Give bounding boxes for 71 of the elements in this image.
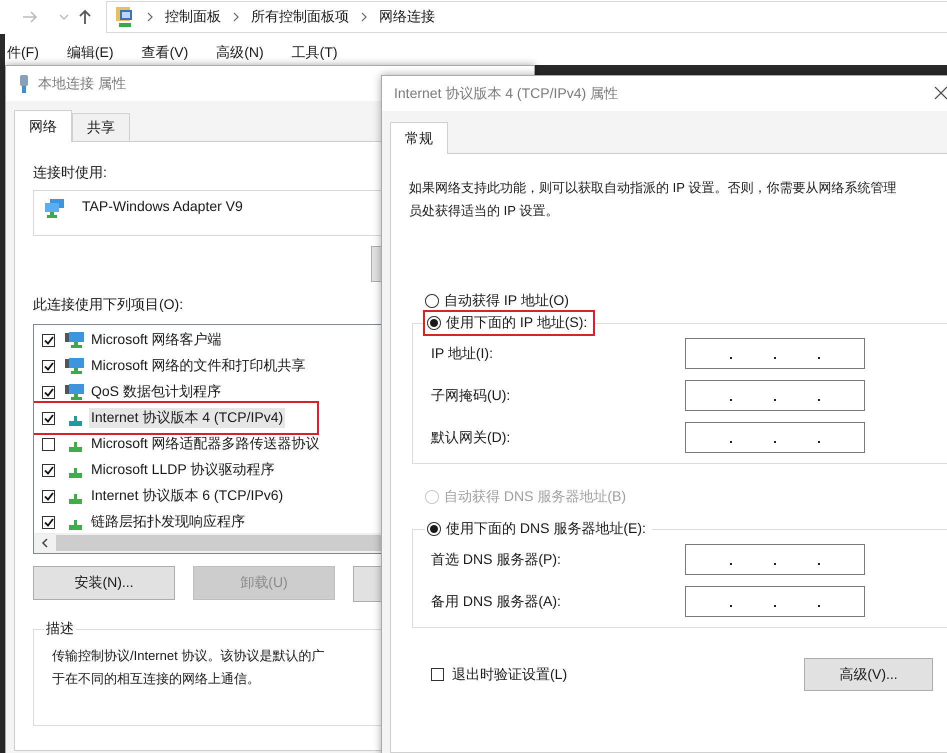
checkbox[interactable] [42,334,55,346]
menu-item[interactable]: 高级(N) [216,44,264,62]
list-item[interactable]: Microsoft LLDP 协议驱动程序 [89,460,276,480]
ip-address-field[interactable] [685,338,865,369]
list-item[interactable]: Internet 协议版本 4 (TCP/IPv4) [89,408,286,428]
ip-address-field[interactable] [685,544,865,575]
checkbox[interactable] [42,438,55,450]
description-text: 传输控制协议/Internet 协议。该协议是默认的广 [52,647,324,665]
tab[interactable]: 常规 [390,122,448,154]
checkbox[interactable] [42,516,55,528]
menu-item[interactable]: 查看(V) [142,44,188,62]
chevron-right-icon [147,12,153,22]
group-title: 描述 [45,620,75,638]
description-text: 于在不同的相互连接的网络上通信。 [52,670,260,688]
checkbox[interactable] [42,386,55,398]
list-item[interactable]: 链路层拓扑发现响应程序 [89,512,247,532]
network-protocol-icon [69,520,82,530]
close-icon[interactable] [934,86,947,100]
menu-item[interactable]: 件(F) [7,44,39,62]
checkbox[interactable] [42,360,55,372]
radio-label: 自动获得 DNS 服务器地址(B) [444,488,626,506]
field-label: IP 地址(I): [431,344,493,362]
field-label: 首选 DNS 服务器(P): [431,550,561,568]
advanced-button[interactable]: 高级(V)... [804,658,933,691]
scroll-left-icon[interactable] [40,537,50,550]
section-label: 连接时使用: [33,164,107,182]
monitor-icon [65,331,85,349]
radio-button[interactable] [427,316,441,330]
checkbox[interactable] [42,490,55,502]
chevron-right-icon [233,12,239,22]
list-item[interactable]: Microsoft 网络适配器多路传送器协议 [89,434,322,454]
list-item[interactable]: QoS 数据包计划程序 [89,382,223,402]
section-label: 此连接使用下列项目(O): [33,296,184,314]
checkbox-label: 退出时验证设置(L) [452,666,568,684]
checkbox[interactable] [431,668,444,681]
list-item[interactable]: Microsoft 网络客户端 [89,330,224,350]
field-label: 默认网关(D): [431,428,510,446]
ip-address-field[interactable] [685,422,865,453]
window-title: 本地连接 属性 [38,74,126,92]
monitor-icon [65,383,85,401]
breadcrumb-item[interactable]: 网络连接 [379,8,435,26]
ip-address-field[interactable] [685,586,865,617]
list-item[interactable]: Microsoft 网络的文件和打印机共享 [89,356,308,376]
radio-label: 使用下面的 DNS 服务器地址(E): [446,520,646,538]
tab[interactable]: 共享 [72,113,130,141]
breadcrumb-item[interactable]: 控制面板 [165,8,221,26]
network-protocol-icon [69,468,82,478]
field-label: 子网掩码(U): [431,386,510,404]
field-label: 备用 DNS 服务器(A): [431,592,561,610]
list-item[interactable]: Internet 协议版本 6 (TCP/IPv6) [89,486,286,506]
network-adapter-icon [18,74,30,94]
computer-icon [115,6,135,28]
ip-address-field[interactable] [685,380,865,411]
network-protocol-icon [69,494,82,504]
window-title: Internet 协议版本 4 (TCP/IPv4) 属性 [394,84,618,102]
up-arrow-icon[interactable] [78,9,92,25]
radio-label: 自动获得 IP 地址(O) [444,292,569,310]
radio-button[interactable] [427,522,441,536]
tab[interactable]: 网络 [14,110,72,142]
menu-item[interactable]: 工具(T) [292,44,338,62]
checkbox[interactable] [42,412,55,424]
checkbox[interactable] [42,464,55,476]
radio-button[interactable] [425,294,439,308]
chevron-right-icon [361,12,367,22]
radio-label: 使用下面的 IP 地址(S): [446,314,588,332]
menu-item[interactable]: 编辑(E) [66,44,114,62]
network-protocol-icon [69,442,82,452]
monitor-icon [65,357,85,375]
breadcrumb-item[interactable]: 所有控制面板项 [251,8,349,26]
network-protocol-icon [69,416,82,426]
action-button[interactable]: 安装(N)... [33,566,175,600]
